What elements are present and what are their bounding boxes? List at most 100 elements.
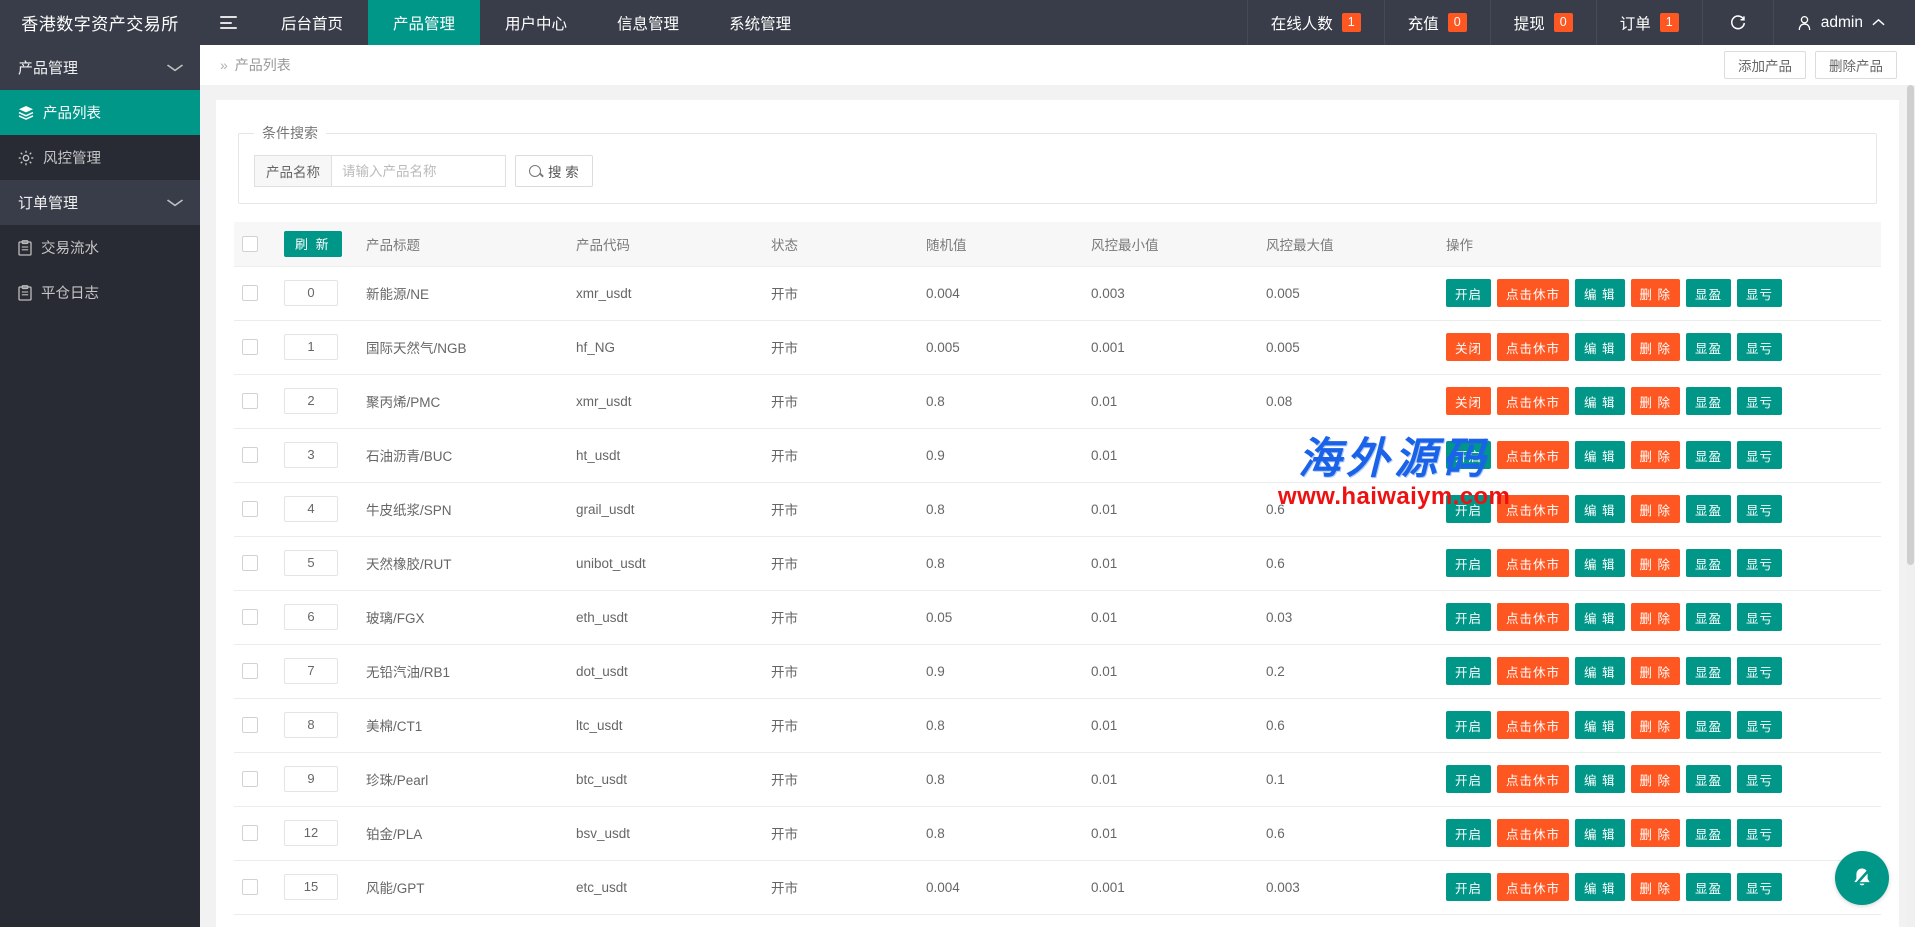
row-suspend-button[interactable]: 点击休市: [1497, 603, 1569, 631]
row-delete-button[interactable]: 删 除: [1631, 549, 1680, 577]
row-checkbox[interactable]: [242, 879, 258, 895]
row-show-loss-button[interactable]: 显亏: [1737, 765, 1782, 793]
row-suspend-button[interactable]: 点击休市: [1497, 711, 1569, 739]
notification-toggle-button[interactable]: [1835, 851, 1889, 905]
row-edit-button[interactable]: 编 辑: [1575, 549, 1624, 577]
row-edit-button[interactable]: 编 辑: [1575, 441, 1624, 469]
nav-item-user-center[interactable]: 用户中心: [480, 0, 592, 45]
row-toggle-button[interactable]: 开启: [1446, 765, 1491, 793]
row-edit-button[interactable]: 编 辑: [1575, 603, 1624, 631]
row-delete-button[interactable]: 删 除: [1631, 657, 1680, 685]
row-delete-button[interactable]: 删 除: [1631, 279, 1680, 307]
row-suspend-button[interactable]: 点击休市: [1497, 495, 1569, 523]
row-show-loss-button[interactable]: 显亏: [1737, 333, 1782, 361]
row-toggle-button[interactable]: 开启: [1446, 819, 1491, 847]
row-id-value[interactable]: 9: [284, 766, 338, 792]
row-checkbox[interactable]: [242, 447, 258, 463]
row-id-value[interactable]: 7: [284, 658, 338, 684]
sidebar-item-transaction-flow[interactable]: 交易流水: [0, 225, 200, 270]
row-show-profit-button[interactable]: 显盈: [1686, 603, 1731, 631]
search-button[interactable]: 搜 索: [515, 155, 593, 187]
sidebar-item-liquidation-log[interactable]: 平仓日志: [0, 270, 200, 315]
row-delete-button[interactable]: 删 除: [1631, 333, 1680, 361]
vertical-scrollbar[interactable]: [1906, 85, 1915, 927]
row-checkbox[interactable]: [242, 717, 258, 733]
add-product-button[interactable]: 添加产品: [1724, 51, 1806, 79]
row-toggle-button[interactable]: 开启: [1446, 549, 1491, 577]
row-show-profit-button[interactable]: 显盈: [1686, 873, 1731, 901]
row-id-value[interactable]: 1: [284, 334, 338, 360]
sidebar-group-order-management[interactable]: 订单管理: [0, 180, 200, 225]
row-checkbox[interactable]: [242, 555, 258, 571]
select-all-checkbox[interactable]: [242, 236, 258, 252]
row-suspend-button[interactable]: 点击休市: [1497, 387, 1569, 415]
row-checkbox[interactable]: [242, 609, 258, 625]
row-edit-button[interactable]: 编 辑: [1575, 873, 1624, 901]
row-show-profit-button[interactable]: 显盈: [1686, 279, 1731, 307]
row-edit-button[interactable]: 编 辑: [1575, 711, 1624, 739]
row-delete-button[interactable]: 删 除: [1631, 873, 1680, 901]
row-edit-button[interactable]: 编 辑: [1575, 279, 1624, 307]
table-refresh-button[interactable]: 刷 新: [284, 231, 342, 257]
row-edit-button[interactable]: 编 辑: [1575, 333, 1624, 361]
row-suspend-button[interactable]: 点击休市: [1497, 819, 1569, 847]
row-toggle-button[interactable]: 关闭: [1446, 387, 1491, 415]
sidebar-item-product-list[interactable]: 产品列表: [0, 90, 200, 135]
row-show-loss-button[interactable]: 显亏: [1737, 441, 1782, 469]
row-toggle-button[interactable]: 开启: [1446, 873, 1491, 901]
row-toggle-button[interactable]: 开启: [1446, 279, 1491, 307]
row-show-profit-button[interactable]: 显盈: [1686, 711, 1731, 739]
row-id-value[interactable]: 15: [284, 874, 338, 900]
row-checkbox[interactable]: [242, 339, 258, 355]
delete-product-button[interactable]: 删除产品: [1815, 51, 1897, 79]
row-edit-button[interactable]: 编 辑: [1575, 495, 1624, 523]
row-toggle-button[interactable]: 关闭: [1446, 333, 1491, 361]
row-edit-button[interactable]: 编 辑: [1575, 657, 1624, 685]
row-show-profit-button[interactable]: 显盈: [1686, 657, 1731, 685]
row-delete-button[interactable]: 删 除: [1631, 387, 1680, 415]
row-id-value[interactable]: 8: [284, 712, 338, 738]
row-id-value[interactable]: 6: [284, 604, 338, 630]
row-toggle-button[interactable]: 开启: [1446, 657, 1491, 685]
nav-item-product-management[interactable]: 产品管理: [368, 0, 480, 45]
sidebar-item-risk-control[interactable]: 风控管理: [0, 135, 200, 180]
row-edit-button[interactable]: 编 辑: [1575, 387, 1624, 415]
row-show-profit-button[interactable]: 显盈: [1686, 549, 1731, 577]
row-suspend-button[interactable]: 点击休市: [1497, 333, 1569, 361]
row-id-value[interactable]: 2: [284, 388, 338, 414]
row-delete-button[interactable]: 删 除: [1631, 441, 1680, 469]
row-toggle-button[interactable]: 开启: [1446, 441, 1491, 469]
row-checkbox[interactable]: [242, 501, 258, 517]
row-show-profit-button[interactable]: 显盈: [1686, 387, 1731, 415]
row-show-loss-button[interactable]: 显亏: [1737, 711, 1782, 739]
row-show-loss-button[interactable]: 显亏: [1737, 873, 1782, 901]
row-delete-button[interactable]: 删 除: [1631, 765, 1680, 793]
row-delete-button[interactable]: 删 除: [1631, 819, 1680, 847]
row-delete-button[interactable]: 删 除: [1631, 711, 1680, 739]
row-show-profit-button[interactable]: 显盈: [1686, 765, 1731, 793]
row-checkbox[interactable]: [242, 393, 258, 409]
row-suspend-button[interactable]: 点击休市: [1497, 549, 1569, 577]
row-edit-button[interactable]: 编 辑: [1575, 819, 1624, 847]
row-toggle-button[interactable]: 开启: [1446, 711, 1491, 739]
product-name-input[interactable]: [331, 155, 506, 187]
row-id-value[interactable]: 3: [284, 442, 338, 468]
row-suspend-button[interactable]: 点击休市: [1497, 441, 1569, 469]
row-id-value[interactable]: 5: [284, 550, 338, 576]
stat-online-users[interactable]: 在线人数 1: [1247, 0, 1384, 45]
row-show-loss-button[interactable]: 显亏: [1737, 279, 1782, 307]
row-toggle-button[interactable]: 开启: [1446, 603, 1491, 631]
row-checkbox[interactable]: [242, 285, 258, 301]
row-show-profit-button[interactable]: 显盈: [1686, 495, 1731, 523]
nav-item-system-management[interactable]: 系统管理: [704, 0, 816, 45]
row-delete-button[interactable]: 删 除: [1631, 495, 1680, 523]
row-id-value[interactable]: 0: [284, 280, 338, 306]
row-checkbox[interactable]: [242, 825, 258, 841]
stat-withdraw[interactable]: 提现 0: [1490, 0, 1596, 45]
row-checkbox[interactable]: [242, 771, 258, 787]
row-id-value[interactable]: 12: [284, 820, 338, 846]
stat-orders[interactable]: 订单 1: [1596, 0, 1702, 45]
row-suspend-button[interactable]: 点击休市: [1497, 765, 1569, 793]
row-show-loss-button[interactable]: 显亏: [1737, 657, 1782, 685]
row-suspend-button[interactable]: 点击休市: [1497, 657, 1569, 685]
